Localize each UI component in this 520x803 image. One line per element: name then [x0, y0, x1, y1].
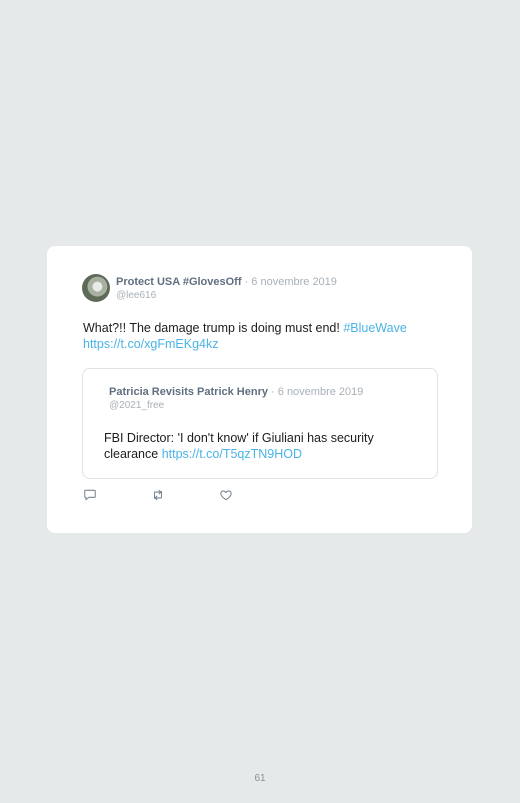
quoted-separator: ·: [267, 386, 278, 398]
tweet-text-body: What?!! The damage trump is doing must e…: [83, 321, 344, 335]
tweet-actions: [83, 488, 287, 502]
author-name[interactable]: Protect USA #GlovesOff: [116, 276, 242, 288]
page-number: 61: [254, 773, 266, 784]
avatar[interactable]: [82, 274, 110, 302]
quoted-header: Patricia Revisits Patrick Henry · 6 nove…: [109, 385, 363, 412]
name-line: Protect USA #GlovesOff · 6 novembre 2019: [116, 275, 337, 289]
quoted-tweet[interactable]: Patricia Revisits Patrick Henry · 6 nove…: [82, 368, 438, 479]
tweet-card: Protect USA #GlovesOff · 6 novembre 2019…: [47, 246, 472, 533]
quoted-text: FBI Director: 'I don't know' if Giuliani…: [104, 430, 424, 462]
author-handle[interactable]: @lee616: [116, 289, 337, 302]
tweet-meta: Protect USA #GlovesOff · 6 novembre 2019…: [116, 275, 337, 302]
tweet-url-link[interactable]: https://t.co/xgFmEKg4kz: [83, 337, 218, 351]
separator: ·: [241, 276, 252, 288]
quoted-date[interactable]: 6 novembre 2019: [278, 386, 364, 398]
hashtag-link[interactable]: #BlueWave: [343, 321, 406, 335]
quoted-author-name[interactable]: Patricia Revisits Patrick Henry: [109, 386, 268, 398]
like-icon[interactable]: [219, 488, 233, 502]
retweet-icon[interactable]: [151, 488, 165, 502]
quoted-author-handle[interactable]: @2021_free: [109, 399, 363, 412]
tweet-date[interactable]: 6 novembre 2019: [251, 276, 337, 288]
tweet-text: What?!! The damage trump is doing must e…: [83, 320, 443, 352]
reply-icon[interactable]: [83, 488, 97, 502]
quoted-name-line: Patricia Revisits Patrick Henry · 6 nove…: [109, 385, 363, 399]
quoted-url-link[interactable]: https://t.co/T5qzTN9HOD: [162, 447, 302, 461]
tweet-header: Protect USA #GlovesOff · 6 novembre 2019…: [82, 274, 337, 302]
